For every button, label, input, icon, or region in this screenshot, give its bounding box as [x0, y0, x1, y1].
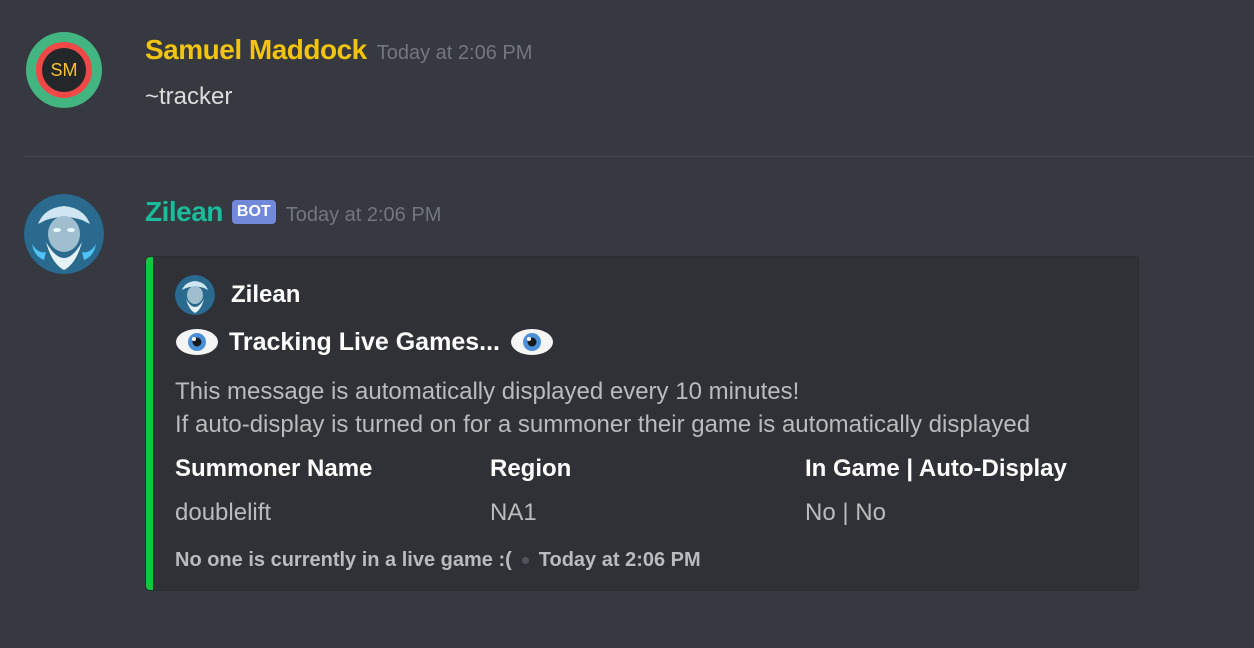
embed-author-name: Zilean	[231, 281, 301, 308]
field-value: No | No	[805, 499, 886, 526]
embed-description-line: This message is automatically displayed …	[175, 378, 800, 405]
message-header: Zilean BOT Today at 2:06 PM	[145, 196, 441, 229]
embed-field: Summoner Name doublelift	[175, 455, 372, 527]
footer-separator	[521, 557, 529, 564]
message-content: ~tracker	[145, 83, 233, 110]
embed-title: Tracking Live Games...	[175, 327, 554, 357]
embed-title-text: Tracking Live Games...	[229, 327, 500, 356]
bot-avatar[interactable]	[24, 194, 104, 274]
field-value: NA1	[490, 499, 537, 526]
eye-icon	[176, 329, 218, 355]
zilean-portrait-icon	[24, 194, 104, 274]
embed-author: Zilean	[175, 275, 300, 315]
zilean-portrait-icon	[175, 275, 215, 315]
avatar-initials: SM	[42, 48, 86, 92]
field-value: doublelift	[175, 499, 272, 526]
embed-footer: No one is currently in a live game :( To…	[175, 549, 701, 572]
embed-field: In Game | Auto-Display No | No	[805, 455, 1067, 527]
message-header: Samuel Maddock Today at 2:06 PM	[145, 34, 532, 66]
embed: Zilean Tracking Live Games... This messa…	[145, 256, 1139, 591]
timestamp[interactable]: Today at 2:06 PM	[286, 204, 442, 227]
embed-author-avatar	[175, 275, 215, 315]
username[interactable]: Zilean	[145, 196, 223, 228]
username[interactable]: Samuel Maddock	[145, 34, 367, 66]
chat-messages: SM Samuel Maddock Today at 2:06 PM ~trac…	[0, 0, 1254, 648]
embed-description: This message is automatically displayed …	[175, 375, 1030, 441]
avatar-ring: SM	[36, 42, 92, 98]
embed-footer-timestamp: Today at 2:06 PM	[538, 549, 701, 571]
field-name: In Game | Auto-Display	[805, 455, 1067, 482]
timestamp[interactable]: Today at 2:06 PM	[377, 42, 533, 65]
bot-tag: BOT	[231, 200, 276, 224]
eye-icon	[510, 329, 553, 355]
user-avatar[interactable]: SM	[26, 32, 102, 108]
message-divider	[24, 156, 1254, 157]
field-name: Region	[490, 455, 572, 482]
field-name: Summoner Name	[175, 455, 373, 482]
embed-color-bar	[146, 257, 153, 590]
embed-field: Region NA1	[490, 455, 571, 527]
embed-description-line: If auto-display is turned on for a summo…	[175, 411, 1031, 438]
embed-footer-text: No one is currently in a live game :(	[175, 549, 512, 571]
